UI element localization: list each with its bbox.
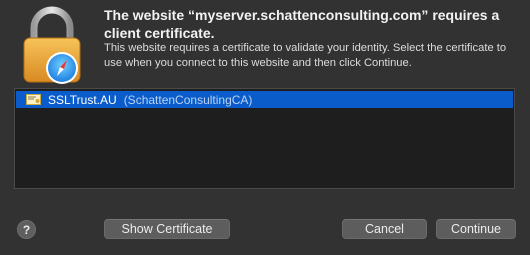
- help-button[interactable]: ?: [17, 220, 36, 239]
- client-certificate-dialog: The website “myserver.schattenconsulting…: [0, 0, 530, 255]
- certificate-icon: [26, 94, 41, 105]
- show-certificate-button[interactable]: Show Certificate: [104, 219, 230, 239]
- cancel-button[interactable]: Cancel: [342, 219, 427, 239]
- dialog-title: The website “myserver.schattenconsulting…: [104, 7, 500, 41]
- certificate-name: SSLTrust.AU: [48, 92, 117, 107]
- safari-lock-icon: [23, 6, 81, 84]
- dialog-message: This website requires a certificate to v…: [104, 42, 507, 69]
- certificate-issuer: (SchattenConsultingCA): [123, 92, 253, 107]
- continue-button[interactable]: Continue: [436, 219, 516, 239]
- certificate-row[interactable]: SSLTrust.AU (SchattenConsultingCA): [16, 91, 513, 108]
- certificate-list[interactable]: SSLTrust.AU (SchattenConsultingCA): [14, 88, 515, 189]
